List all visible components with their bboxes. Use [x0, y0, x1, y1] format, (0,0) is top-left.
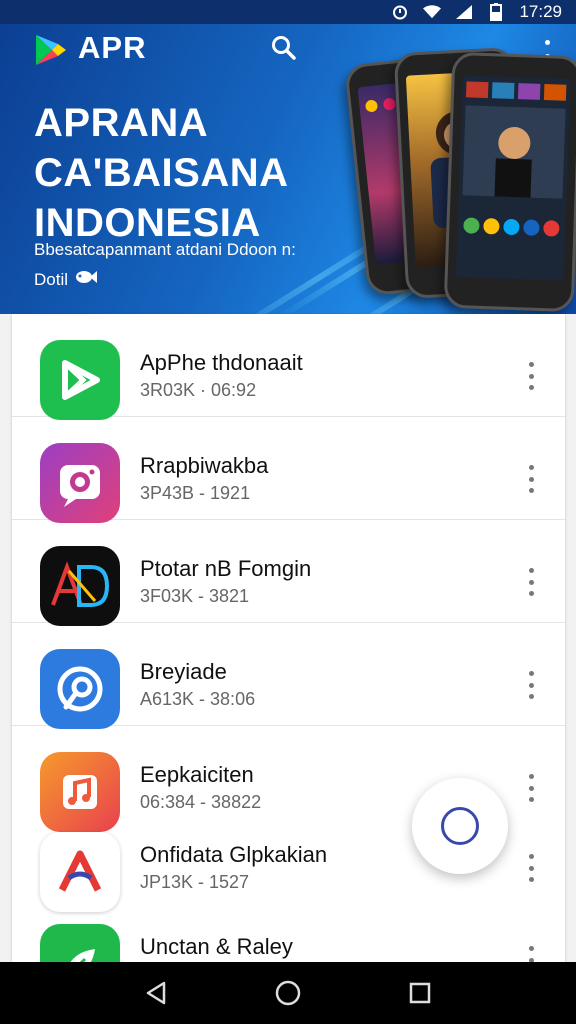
alarm-icon: [391, 3, 409, 21]
battery-icon: [487, 3, 505, 21]
play-triangle-logo-icon[interactable]: [32, 32, 68, 68]
hero-banner[interactable]: APR APRANA CA'BAISANA INDONESIA Bbesatca…: [0, 24, 576, 314]
app-meta: 3F03K - 3821: [140, 586, 250, 606]
phone-mockup: [443, 51, 576, 313]
app-name: Eepkaiciten: [140, 762, 254, 787]
app-name: Rrapbiwakba: [140, 453, 269, 478]
ad-logo-icon: [40, 546, 120, 626]
status-time: 17:29: [519, 2, 562, 21]
hero-cta-label: Dotil: [34, 269, 69, 289]
leaf-icon: [40, 924, 120, 964]
screen: 17:29 APR APRANA CA'BAISANA INDONESIA Bb…: [0, 0, 576, 1024]
pin-circle-icon: [40, 649, 120, 729]
list-item[interactable]: Unctan & Raley: [12, 898, 565, 964]
app-name: Unctan & Raley: [140, 934, 293, 959]
circle-icon: [441, 807, 479, 845]
wifi-icon: [423, 3, 442, 21]
signal-icon: [455, 3, 473, 21]
list-item[interactable]: Rrapbiwakba 3P43B - 1921: [12, 417, 565, 523]
item-overflow-icon[interactable]: [524, 465, 538, 493]
home-icon[interactable]: [268, 973, 308, 1013]
item-overflow-icon[interactable]: [524, 854, 538, 882]
app-meta: 3R03K · 06:92: [140, 380, 257, 400]
item-overflow-icon[interactable]: [524, 568, 538, 596]
back-icon[interactable]: [136, 973, 176, 1013]
camera-icon: [40, 443, 120, 523]
hero-title-line: CA'BAISANA: [34, 151, 289, 195]
search-icon[interactable]: [270, 34, 298, 62]
list-item[interactable]: Ptotar nB Fomgin 3F03K - 3821: [12, 520, 565, 626]
hero-title-line: APRANA: [34, 101, 209, 145]
play-icon: [40, 340, 120, 420]
app-name: ApPhe thdonaait: [140, 350, 303, 375]
brand-title: APR: [78, 30, 147, 65]
hero-cta-link[interactable]: Dotil: [34, 268, 98, 291]
app-name: Ptotar nB Fomgin: [140, 556, 312, 581]
item-overflow-icon[interactable]: [524, 671, 538, 699]
system-nav-bar: [0, 962, 576, 1024]
recents-icon[interactable]: [400, 973, 440, 1013]
app-meta: 3P43B - 1921: [140, 483, 251, 503]
item-overflow-icon[interactable]: [524, 362, 538, 390]
floating-action-button[interactable]: [412, 778, 508, 874]
hero-subtitle: Bbesatcapanmant atdani Ddoon n:: [34, 240, 296, 259]
fish-icon: [74, 268, 98, 291]
app-name: Onfidata Glpkakian: [140, 842, 328, 867]
app-meta: JP13K - 1527: [140, 872, 250, 892]
hero-title: APRANA CA'BAISANA INDONESIA: [34, 98, 354, 248]
status-bar: 17:29: [0, 0, 576, 24]
app-name: Breyiade: [140, 659, 227, 684]
list-item[interactable]: Breyiade A613K - 38:06: [12, 623, 565, 729]
app-meta: A613K - 38:06: [140, 689, 256, 709]
list-item[interactable]: ApPhe thdonaait 3R03K · 06:92: [12, 314, 565, 420]
item-overflow-icon[interactable]: [524, 774, 538, 802]
